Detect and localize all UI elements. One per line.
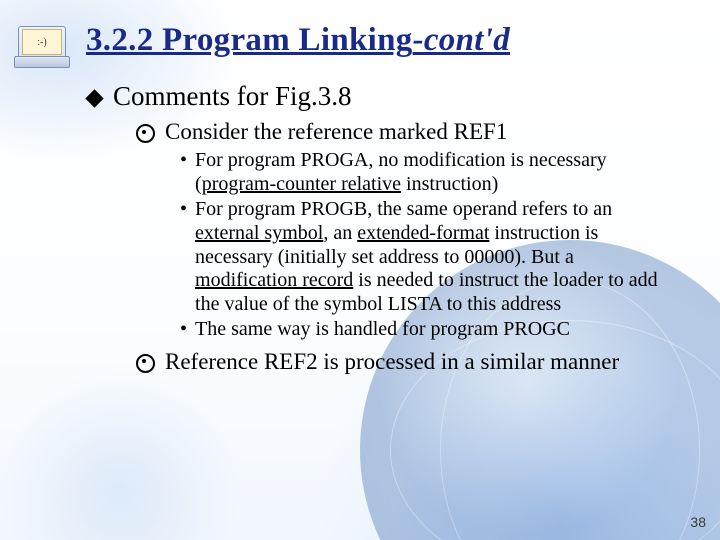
page-number: 38: [690, 514, 706, 530]
consider-label: Consider the reference marked REF1: [165, 118, 507, 145]
title-suffix: -cont'd: [413, 22, 510, 58]
title-main: 3.2.2 Program Linking: [86, 22, 413, 58]
ref2-label: Reference REF2 is processed in a similar…: [165, 348, 619, 375]
point-text: For program PROGB, the same operand refe…: [195, 198, 660, 316]
diamond-bullet-icon: [85, 89, 103, 107]
dot-bullet-icon: •: [180, 149, 187, 173]
list-item: • For program PROGB, the same operand re…: [180, 198, 660, 316]
point-text: For program PROGA, no modification is ne…: [195, 149, 660, 196]
point-text: The same way is handled for program PROG…: [195, 318, 570, 342]
target-bullet-icon: [136, 354, 155, 373]
bullet-level2-ref2: Reference REF2 is processed in a similar…: [136, 348, 684, 375]
list-item: • The same way is handled for program PR…: [180, 318, 660, 342]
list-item: • For program PROGA, no modification is …: [180, 149, 660, 196]
bullet-level2-consider: Consider the reference marked REF1: [136, 118, 684, 145]
dot-bullet-icon: •: [180, 318, 187, 342]
slide-title: 3.2.2 Program Linking-cont'd: [86, 22, 684, 59]
level3-list: • For program PROGA, no modification is …: [180, 149, 660, 342]
target-bullet-icon: [136, 124, 155, 143]
bullet-level1-comments: Comments for Fig.3.8: [88, 81, 684, 112]
slide-content: 3.2.2 Program Linking-cont'd Comments fo…: [0, 0, 720, 375]
comments-label: Comments for Fig.3.8: [113, 81, 352, 112]
dot-bullet-icon: •: [180, 198, 187, 222]
